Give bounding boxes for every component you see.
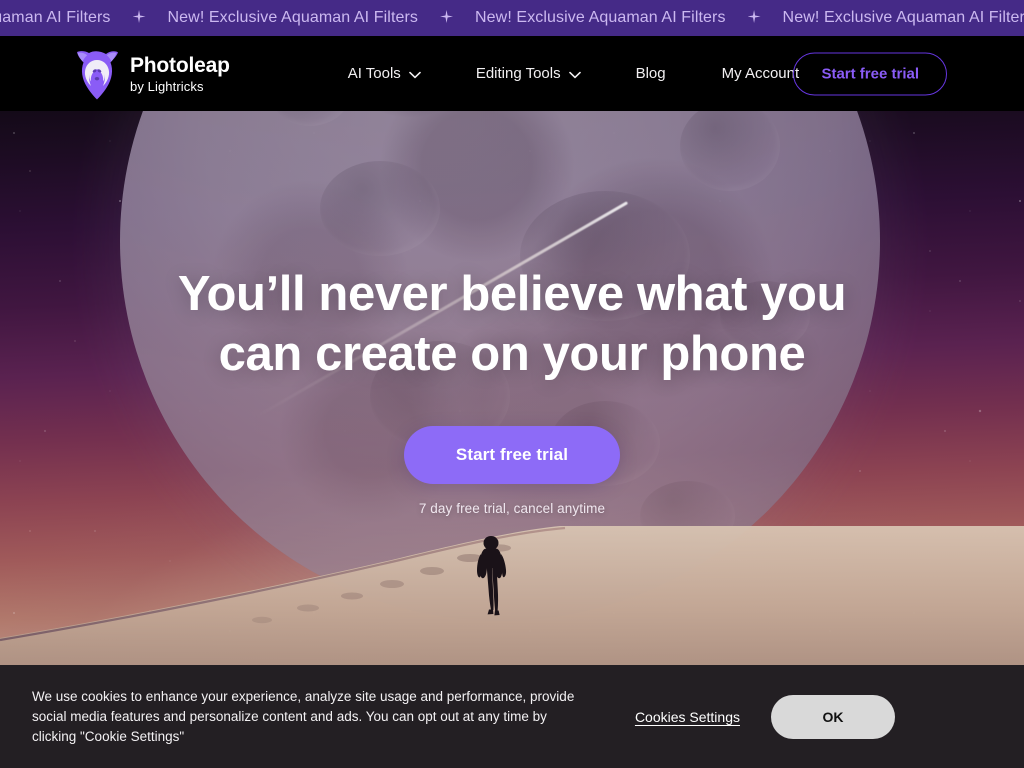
chevron-down-icon [409,71,421,79]
hero-section: You’ll never believe what you can create… [0,111,1024,668]
nav-item-ai-tools[interactable]: AI Tools [320,65,448,82]
cookie-ok-button[interactable]: OK [771,694,895,739]
announcement-text: New! Exclusive Aquaman AI Filters [0,9,111,26]
cookie-consent-banner: We use cookies to enhance your experienc… [0,665,1024,768]
header-start-free-trial-button[interactable]: Start free trial [793,52,947,95]
cookie-consent-text: We use cookies to enhance your experienc… [32,688,575,744]
announcement-text: New! Exclusive Aquaman AI Filters [782,9,1024,26]
hero-headline: You’ll never believe what you can create… [177,265,847,385]
nav-item-blog[interactable]: Blog [608,65,694,82]
hero-content: You’ll never believe what you can create… [0,111,1024,668]
main-navigation: AI Tools Editing Tools Blog My Account [320,65,827,82]
hero-trial-note: 7 day free trial, cancel anytime [418,500,606,516]
nav-label: Editing Tools [475,65,561,82]
logo-link[interactable]: Photoleap by Lightricks [74,48,230,100]
brand-subtitle: by Lightricks [130,78,204,94]
brand-name: Photoleap [130,53,230,77]
announcement-text: New! Exclusive Aquaman AI Filters [167,9,419,26]
cookies-settings-link[interactable]: Cookies Settings [635,709,740,725]
headline-line-1: You’ll never believe what you [177,267,847,321]
chevron-down-icon [568,71,581,79]
hero-start-free-trial-button[interactable]: Start free trial [403,425,621,484]
brand-text: Photoleap by Lightricks [130,55,230,93]
nav-item-editing-tools[interactable]: Editing Tools [448,65,608,82]
photoleap-landing-page: New! Exclusive Aquaman AI Filters New! E… [0,0,1024,768]
sparkle-icon [726,10,783,26]
cookie-consent-actions: Cookies Settings OK [635,694,895,739]
fox-logo-icon [74,48,120,100]
announcement-banner[interactable]: New! Exclusive Aquaman AI Filters New! E… [0,0,1024,36]
headline-line-2: can create on your phone [218,326,806,381]
sparkle-icon [111,10,168,26]
nav-label: AI Tools [347,65,401,82]
sparkle-icon [418,10,475,26]
marquee-track: New! Exclusive Aquaman AI Filters New! E… [0,9,1024,27]
nav-label: Blog [635,65,666,82]
site-header: Photoleap by Lightricks AI Tools Editing… [0,36,1024,111]
nav-label: My Account [721,65,800,82]
announcement-text: New! Exclusive Aquaman AI Filters [475,9,726,26]
